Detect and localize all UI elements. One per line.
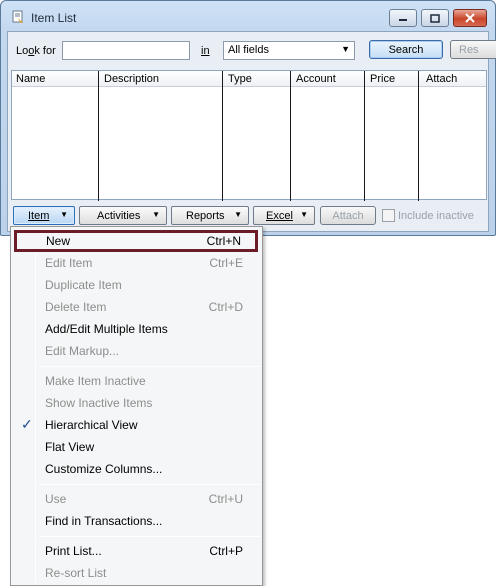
menu-item-use[interactable]: Use Ctrl+U <box>13 488 260 510</box>
dropdown-arrow-icon: ▼ <box>300 210 308 219</box>
checkmark-icon: ✓ <box>21 416 33 432</box>
minimize-icon <box>399 19 407 21</box>
menu-item-label: Edit Markup... <box>45 344 120 358</box>
menu-item-find-in-transactions[interactable]: Find in Transactions... <box>13 510 260 532</box>
reports-menu-button[interactable]: Reports ▼ <box>171 206 249 225</box>
menu-item-customize-columns[interactable]: Customize Columns... <box>13 458 260 480</box>
menu-item-shortcut: Ctrl+U <box>208 492 243 506</box>
column-divider <box>418 71 419 201</box>
menu-item-label: Find in Transactions... <box>45 514 163 528</box>
column-header-name[interactable]: Name <box>16 73 45 85</box>
column-header-description[interactable]: Description <box>104 73 159 85</box>
look-for-label: Look for <box>16 45 56 57</box>
menu-item-edit-markup[interactable]: Edit Markup... <box>13 340 260 362</box>
search-button[interactable]: Search <box>369 40 443 59</box>
menu-item-shortcut: Ctrl+N <box>206 234 241 248</box>
look-for-input[interactable] <box>62 41 190 60</box>
window-title: Item List <box>31 11 77 25</box>
menu-item-label: Use <box>45 492 67 506</box>
column-divider <box>290 71 291 201</box>
menu-item-hierarchical-view[interactable]: ✓ Hierarchical View <box>13 414 260 436</box>
excel-menu-label: Excel <box>266 209 293 222</box>
menu-item-make-inactive[interactable]: Make Item Inactive <box>13 370 260 392</box>
activities-menu-button[interactable]: Activities ▼ <box>79 206 167 225</box>
item-list-client: Look for in All fields ▼ Search Res Name… <box>7 31 496 232</box>
column-header-attach[interactable]: Attach <box>426 73 457 85</box>
search-field-select[interactable]: All fields ▼ <box>223 41 355 60</box>
menu-item-label: Edit Item <box>45 256 93 270</box>
menu-item-label: Flat View <box>45 440 95 454</box>
column-header-price[interactable]: Price <box>370 73 395 85</box>
menu-separator <box>39 536 260 537</box>
column-header-type[interactable]: Type <box>228 73 252 85</box>
maximize-button[interactable] <box>421 9 449 27</box>
menu-item-edit-item[interactable]: Edit Item Ctrl+E <box>13 252 260 274</box>
attach-button[interactable]: Attach <box>320 206 376 225</box>
close-icon <box>465 13 475 23</box>
title-bar[interactable]: Item List <box>1 1 495 31</box>
menu-item-resort-list[interactable]: Re-sort List <box>13 562 260 584</box>
column-divider <box>364 71 365 201</box>
in-label: in <box>201 45 210 57</box>
dropdown-arrow-icon: ▼ <box>152 210 160 219</box>
dropdown-arrow-icon: ▼ <box>60 210 68 219</box>
menu-item-delete-item[interactable]: Delete Item Ctrl+D <box>13 296 260 318</box>
menu-item-add-edit-multiple[interactable]: Add/Edit Multiple Items <box>13 318 260 340</box>
menu-item-label: Duplicate Item <box>45 278 122 292</box>
reset-button[interactable]: Res <box>450 40 496 59</box>
include-inactive-label: Include inactive <box>398 210 474 222</box>
menu-item-label: New <box>46 234 71 248</box>
include-inactive-checkbox[interactable] <box>382 209 395 222</box>
close-button[interactable] <box>453 9 487 27</box>
menu-item-print-list[interactable]: Print List... Ctrl+P <box>13 540 260 562</box>
dropdown-arrow-icon: ▼ <box>341 44 350 54</box>
menu-item-shortcut: Ctrl+P <box>209 544 243 558</box>
menu-item-label: Hierarchical View <box>45 418 138 432</box>
activities-menu-label: Activities <box>97 209 141 222</box>
menu-item-label: Print List... <box>45 544 102 558</box>
item-menu-button[interactable]: Item ▼ <box>13 206 75 225</box>
menu-item-label: Customize Columns... <box>45 462 163 476</box>
menu-separator <box>39 484 260 485</box>
menu-item-shortcut: Ctrl+E <box>209 256 243 270</box>
menu-item-new[interactable]: New Ctrl+N <box>14 230 258 252</box>
menu-item-flat-view[interactable]: Flat View <box>13 436 260 458</box>
menu-item-label: Make Item Inactive <box>45 374 146 388</box>
menu-item-label: Add/Edit Multiple Items <box>45 322 168 336</box>
excel-menu-button[interactable]: Excel ▼ <box>253 206 315 225</box>
column-header-account[interactable]: Account <box>296 73 336 85</box>
item-list-window: Item List Look for in All fields ▼ Searc… <box>0 0 496 236</box>
item-menu-label: Item <box>28 209 50 222</box>
menu-separator <box>39 366 260 367</box>
maximize-icon <box>430 13 440 23</box>
menu-item-label: Re-sort List <box>45 566 107 580</box>
column-divider <box>98 71 99 201</box>
menu-item-shortcut: Ctrl+D <box>208 300 243 314</box>
item-dropdown-menu: New Ctrl+N Edit Item Ctrl+E Duplicate It… <box>10 226 263 586</box>
reports-menu-label: Reports <box>186 209 225 222</box>
item-list-icon <box>12 10 23 23</box>
menu-item-duplicate-item[interactable]: Duplicate Item <box>13 274 260 296</box>
menu-item-label: Show Inactive Items <box>45 396 153 410</box>
table-header: Name Description Type Account Price Atta… <box>12 71 486 87</box>
search-field-value: All fields <box>228 44 269 56</box>
dropdown-arrow-icon: ▼ <box>234 210 242 219</box>
menu-item-label: Delete Item <box>45 300 107 314</box>
minimize-button[interactable] <box>389 9 417 27</box>
menu-item-show-inactive[interactable]: Show Inactive Items <box>13 392 260 414</box>
item-table[interactable]: Name Description Type Account Price Atta… <box>11 70 487 201</box>
column-divider <box>222 71 223 201</box>
